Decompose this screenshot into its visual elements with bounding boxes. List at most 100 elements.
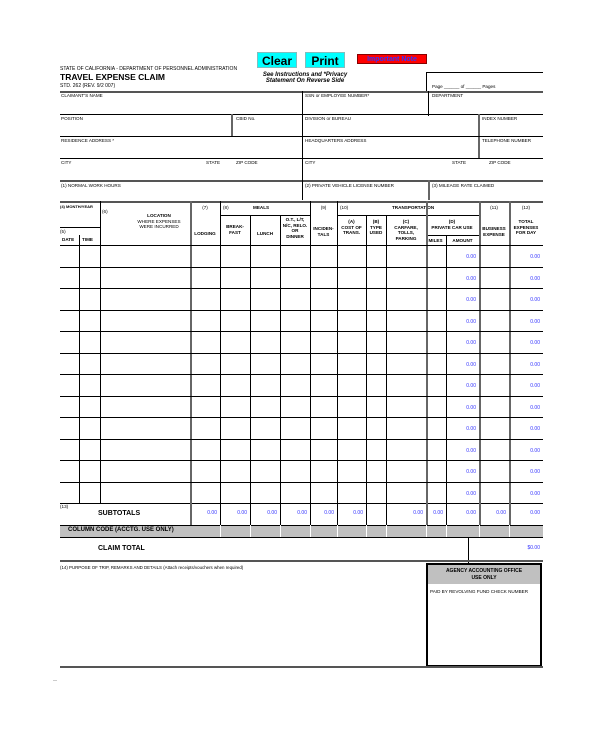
page-label: Page xyxy=(432,84,443,89)
h11-label: (11) xyxy=(490,205,498,210)
row-amount: 0.00 xyxy=(466,361,476,368)
time-header: TIME xyxy=(82,237,93,242)
meals-header: MEALS xyxy=(253,205,270,210)
position-field[interactable]: POSITION xyxy=(61,116,83,122)
subtotal-carfare: 0.00 xyxy=(413,510,423,516)
subtotal-business: 0.00 xyxy=(496,510,506,516)
zip-field[interactable]: ZIP CODE xyxy=(236,160,258,166)
instructions-line-2: Statement On Reverse Side xyxy=(265,78,345,84)
row-amount: 0.00 xyxy=(466,254,476,260)
column-code-cell-divider xyxy=(220,525,221,537)
hq-city-field[interactable]: CITY xyxy=(305,160,315,166)
h12-label: (12) xyxy=(521,205,531,210)
location-line-3: WERE INCURRED xyxy=(139,224,179,229)
subtotals-label: SUBTOTALS xyxy=(98,510,141,517)
hq-address-field[interactable]: HEADQUARTERS ADDRESS xyxy=(305,138,366,144)
page-counter[interactable]: Page ______ of ______ Pages xyxy=(432,84,495,90)
h7-label: (7) xyxy=(202,205,208,210)
hq-zip-field[interactable]: ZIP CODE xyxy=(489,160,511,166)
hq-state-field[interactable]: STATE xyxy=(452,160,466,166)
business-line-1: BUSINESS xyxy=(482,226,506,231)
amount-header: AMOUNT xyxy=(452,238,473,243)
row-amount: 0.00 xyxy=(466,383,476,389)
total-line-3: FOR DAY xyxy=(515,230,537,235)
claim-total-value: $0.00 xyxy=(527,545,540,551)
incidentals-header: INCIDEN- TALS xyxy=(310,226,337,237)
column-code-cell-divider xyxy=(426,525,427,537)
paid-by-field[interactable]: PAID BY REVOLVING FUND CHECK NUMBER xyxy=(428,584,540,600)
business-line-2: EXPENSE xyxy=(483,231,505,237)
h5-label: (5) xyxy=(60,229,66,234)
subtotal-dinner: 0.00 xyxy=(297,510,307,516)
index-number-field[interactable]: INDEX NUMBER xyxy=(482,116,517,122)
column-code-cell-divider xyxy=(509,525,510,537)
instructions-note: See Instructions and *Privacy Statement … xyxy=(255,72,355,84)
column-code-cell-divider xyxy=(446,525,447,537)
date-header: DATE xyxy=(62,237,75,242)
h9-label: (9) xyxy=(320,205,327,210)
ssn-field[interactable]: SSN or EMPLOYEE NUMBER* xyxy=(305,93,369,99)
type-line-2: USED xyxy=(369,230,383,235)
row-amount: 0.00 xyxy=(466,340,476,346)
row-amount: 0.00 xyxy=(466,469,476,475)
private-car-line: PRIVATE CAR USE xyxy=(431,224,473,230)
agency-accounting-box: AGENCY ACCOUNTING OFFICE USE ONLY PAID B… xyxy=(426,563,542,667)
agency-office-line-2: USE ONLY xyxy=(471,575,497,581)
column-divider xyxy=(366,503,367,525)
business-header: BUSINESS EXPENSE xyxy=(479,226,509,237)
license-field[interactable]: (2) PRIVATE VEHICLE LICENSE NUMBER xyxy=(305,183,394,189)
clear-button[interactable]: Clear xyxy=(257,52,297,68)
city-field[interactable]: CITY xyxy=(61,160,71,166)
subtotal-incidentals: 0.00 xyxy=(324,510,334,516)
claim-total-label: CLAIM TOTAL xyxy=(98,545,145,552)
claimant-name-field[interactable]: CLAIMANT'S NAME xyxy=(61,93,103,99)
column-code-cell-divider xyxy=(366,525,367,537)
subtotal-lodging: 0.00 xyxy=(207,510,217,516)
dinner-header: O.T., L/T, N/C, RELO. OR DINNER xyxy=(280,217,310,239)
miles-header: MILES xyxy=(428,238,443,243)
total-header: TOTAL EXPENSES FOR DAY xyxy=(509,219,543,236)
row-total: 0.00 xyxy=(530,426,540,432)
lunch-header: LUNCH xyxy=(256,231,274,236)
row-amount: 0.00 xyxy=(466,447,476,454)
carfare-header: (C) CARFARE, TOLLS, PARKING xyxy=(386,219,426,241)
column-code-cell-divider xyxy=(310,525,311,537)
row-amount: 0.00 xyxy=(466,404,476,411)
subtotal-total: 0.00 xyxy=(530,510,540,516)
row-total: 0.00 xyxy=(530,469,540,475)
row-total: 0.00 xyxy=(530,297,540,303)
state-field[interactable]: STATE xyxy=(206,160,220,166)
month-year-header: (4) MONTH/YEAR xyxy=(60,204,93,209)
subtotal-miles: 0.00 xyxy=(433,510,443,516)
h10-label: (10) xyxy=(340,205,349,210)
incidentals-line-1: INCIDEN- xyxy=(313,226,334,231)
purpose-label: (14) PURPOSE OF TRIP, REMARKS AND DETAIL… xyxy=(60,565,162,570)
residence-address-field[interactable]: RESIDENCE ADDRESS * xyxy=(61,138,114,144)
row-amount: 0.00 xyxy=(466,275,476,282)
row-total: 0.00 xyxy=(530,383,540,389)
mileage-rate-field[interactable]: (3) MILEAGE RATE CLAIMED xyxy=(432,183,494,189)
location-header: LOCATION WHERE EXPENSES WERE INCURRED xyxy=(100,213,218,230)
telephone-field[interactable]: TELEPHONE NUMBER xyxy=(482,138,531,144)
subtotal-amount: 0.00 xyxy=(466,510,476,516)
department-field[interactable]: DEPARTMENT xyxy=(432,93,463,99)
breakfast-header: BREAK- FAST xyxy=(221,224,249,235)
h8-label: (8) xyxy=(223,205,229,210)
row-total: 0.00 xyxy=(530,340,540,346)
division-field[interactable]: DIVISION or BUREAU xyxy=(305,116,351,122)
row-total: 0.00 xyxy=(530,318,540,325)
of-label: of xyxy=(460,84,465,89)
pages-label: Pages xyxy=(482,84,496,89)
purpose-field[interactable]: (14) PURPOSE OF TRIP, REMARKS AND DETAIL… xyxy=(60,565,243,570)
important-note-button[interactable]: Important Note xyxy=(357,54,427,64)
cost-header: (A) COST OF TRANS. xyxy=(337,219,366,236)
row-total: 0.00 xyxy=(530,404,540,411)
cbid-field[interactable]: CBID No. xyxy=(236,116,255,122)
agency-office-header: AGENCY ACCOUNTING OFFICE USE ONLY xyxy=(428,565,540,584)
print-button[interactable]: Print xyxy=(305,52,345,68)
work-hours-field[interactable]: (1) NORMAL WORK HOURS xyxy=(61,183,121,189)
cost-line-2: TRANS. xyxy=(342,230,361,235)
column-code-cell-divider xyxy=(250,525,251,537)
row-amount: 0.00 xyxy=(466,426,476,432)
row-total: 0.00 xyxy=(530,361,540,368)
